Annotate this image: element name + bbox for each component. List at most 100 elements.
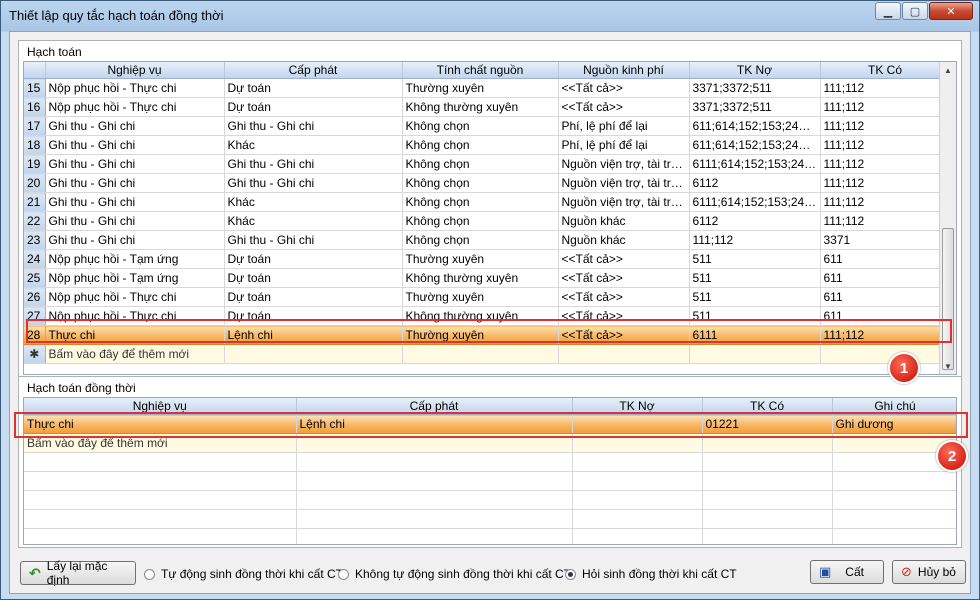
add-new-row[interactable]: ✱ Bấm vào đây để thêm mới xyxy=(24,344,951,364)
cell-tk-no[interactable]: 3371;3372;511 xyxy=(689,97,821,117)
cell-row-number[interactable]: 28 xyxy=(24,325,46,345)
cell-nghiep-vu[interactable]: Thực chi xyxy=(24,414,297,434)
cancel-button[interactable]: ⊘ Hủy bỏ xyxy=(892,560,966,584)
table-row[interactable]: 16 Nộp phục hồi - Thực chi Dự toán Không th… xyxy=(24,97,951,117)
cell-tk-no[interactable]: 6112 xyxy=(689,211,821,231)
cell-nguon-kinh-phi[interactable]: Nguồn viện trợ, tài trợ;... xyxy=(558,154,690,174)
cell-row-number[interactable]: 25 xyxy=(24,268,46,288)
cell-row-number[interactable]: 15 xyxy=(24,78,46,98)
table-row[interactable]: 23 Ghi thu - Ghi chi Ghi thu - Ghi chi Khôn… xyxy=(24,230,951,250)
cell-row-number[interactable]: 21 xyxy=(24,192,46,212)
minimize-button[interactable]: ▁ xyxy=(875,2,901,20)
cell-cap-phat[interactable]: Dự toán xyxy=(224,249,403,269)
cell-cap-phat[interactable]: Dự toán xyxy=(224,97,403,117)
cell-tk-co[interactable]: 01221 xyxy=(702,414,833,434)
cell-tinh-chat-nguon[interactable]: Không chọn xyxy=(402,154,559,174)
cell-nghiep-vu[interactable]: Ghi thu - Ghi chi xyxy=(45,211,225,231)
cell-tk-co[interactable]: 111;112 xyxy=(820,192,951,212)
cell-tinh-chat-nguon[interactable]: Không thường xuyên xyxy=(402,97,559,117)
cell-nghiep-vu[interactable]: Nộp phục hồi - Tạm ứng xyxy=(45,268,225,288)
cell-cap-phat[interactable]: Dự toán xyxy=(224,306,403,326)
cell-row-number[interactable]: 22 xyxy=(24,211,46,231)
save-button[interactable]: ▣ Cất xyxy=(810,560,884,584)
radio-ask-generate[interactable]: Hỏi sinh đồng thời khi cất CT xyxy=(565,567,737,581)
cell-nguon-kinh-phi[interactable]: <<Tất cả>> xyxy=(558,306,690,326)
cell-tk-no[interactable]: 6111 xyxy=(689,325,821,345)
scroll-up-icon[interactable]: ▲ xyxy=(940,62,956,78)
cell-tinh-chat-nguon[interactable]: Thường xuyên xyxy=(402,325,559,345)
cell-tk-no[interactable]: 511 xyxy=(689,249,821,269)
cell-nguon-kinh-phi[interactable]: <<Tất cả>> xyxy=(558,325,690,345)
cell-nguon-kinh-phi[interactable]: <<Tất cả>> xyxy=(558,97,690,117)
cell-cap-phat[interactable]: Khác xyxy=(224,192,403,212)
radio-circle[interactable] xyxy=(144,568,155,580)
radio-circle-selected[interactable] xyxy=(565,568,576,580)
cell-nghiep-vu[interactable]: Nộp phục hồi - Thực chi xyxy=(45,78,225,98)
col-header-tk-no[interactable]: TK Nợ xyxy=(689,62,821,79)
cell-tinh-chat-nguon[interactable]: Không chọn xyxy=(402,211,559,231)
close-button[interactable]: ✕ xyxy=(929,2,973,20)
cell-row-number[interactable]: 27 xyxy=(24,306,46,326)
col-header-tk-co[interactable]: TK Có xyxy=(702,398,833,415)
cell-row-number[interactable]: 20 xyxy=(24,173,46,193)
cell-tk-no[interactable]: 6111;614;152;153;241;... xyxy=(689,154,821,174)
cell-tk-no[interactable]: 511 xyxy=(689,268,821,288)
table-row[interactable]: 24 Nộp phục hồi - Tạm ứng Dự toán Thường xu… xyxy=(24,249,951,269)
cell-row-number[interactable]: 17 xyxy=(24,116,46,136)
cell-nguon-kinh-phi[interactable]: <<Tất cả>> xyxy=(558,268,690,288)
scroll-down-icon[interactable]: ▼ xyxy=(940,358,956,374)
cell-cap-phat[interactable]: Ghi thu - Ghi chi xyxy=(224,154,403,174)
table-row[interactable]: 19 Ghi thu - Ghi chi Ghi thu - Ghi chi Khôn… xyxy=(24,154,951,174)
cell-tinh-chat-nguon[interactable]: Thường xuyên xyxy=(402,287,559,307)
cell-tinh-chat-nguon[interactable]: Không chọn xyxy=(402,192,559,212)
col-header-rownum[interactable] xyxy=(24,62,46,79)
cell-nguon-kinh-phi[interactable]: Nguồn khác xyxy=(558,211,690,231)
cell-tinh-chat-nguon[interactable]: Không chọn xyxy=(402,116,559,136)
selected-table-row[interactable]: 28 Thực chi Lệnh chi Thường xuyên <<Tất cả>>… xyxy=(24,325,951,345)
table-row[interactable]: 15 Nộp phục hồi - Thực chi Dự toán Thường x… xyxy=(24,78,951,98)
cell-cap-phat[interactable]: Dự toán xyxy=(224,287,403,307)
cell-row-number[interactable]: 26 xyxy=(24,287,46,307)
cell-nghiep-vu[interactable]: Thực chi xyxy=(45,325,225,345)
cell-cap-phat[interactable]: Lệnh chi xyxy=(296,414,573,434)
new-row-label[interactable]: Bấm vào đây để thêm mới xyxy=(24,433,297,453)
cell-tk-no[interactable]: 511 xyxy=(689,306,821,326)
cell-nghiep-vu[interactable]: Ghi thu - Ghi chi xyxy=(45,192,225,212)
cell-tk-no[interactable]: 611;614;152;153;241;2... xyxy=(689,135,821,155)
cell-tk-co[interactable]: 111;112 xyxy=(820,173,951,193)
table-row[interactable]: 18 Ghi thu - Ghi chi Khác Không chọn Phí, lệ… xyxy=(24,135,951,155)
cell-nghiep-vu[interactable]: Nộp phục hồi - Thực chi xyxy=(45,287,225,307)
col-header-nghiep-vu[interactable]: Nghiệp vụ xyxy=(24,398,297,415)
col-header-ghi-chu[interactable]: Ghi chú xyxy=(832,398,956,415)
cell-row-number[interactable]: 18 xyxy=(24,135,46,155)
col-header-tk-co[interactable]: TK Có xyxy=(820,62,951,79)
cell-tk-co[interactable]: 611 xyxy=(820,249,951,269)
hachtoan-scrollbar[interactable]: ▲ ▼ xyxy=(939,62,956,374)
cell-cap-phat[interactable]: Khác xyxy=(224,135,403,155)
cell-nguon-kinh-phi[interactable]: Phí, lệ phí để lại xyxy=(558,116,690,136)
cell-tinh-chat-nguon[interactable]: Thường xuyên xyxy=(402,249,559,269)
cell-nghiep-vu[interactable]: Ghi thu - Ghi chi xyxy=(45,230,225,250)
col-header-nghiep-vu[interactable]: Nghiệp vụ xyxy=(45,62,225,79)
new-row-label[interactable]: Bấm vào đây để thêm mới xyxy=(45,344,225,364)
cell-nguon-kinh-phi[interactable]: <<Tất cả>> xyxy=(558,287,690,307)
col-header-cap-phat[interactable]: Cấp phát xyxy=(296,398,573,415)
dongthoi-grid[interactable]: Nghiệp vụ Cấp phát TK Nợ TK Có Ghi chú T… xyxy=(23,397,957,545)
cell-nguon-kinh-phi[interactable]: <<Tất cả>> xyxy=(558,249,690,269)
cell-nguon-kinh-phi[interactable]: <<Tất cả>> xyxy=(558,78,690,98)
cell-tk-co[interactable]: 611 xyxy=(820,287,951,307)
cell-tinh-chat-nguon[interactable]: Không chọn xyxy=(402,173,559,193)
cell-tk-no[interactable]: 6111;614;152;153;241;... xyxy=(689,192,821,212)
dongthoi-new-row[interactable]: Bấm vào đây để thêm mới xyxy=(24,433,956,453)
cell-cap-phat[interactable]: Dự toán xyxy=(224,78,403,98)
cell-ghi-chu[interactable]: Ghi dương xyxy=(832,414,956,434)
cell-tk-co[interactable]: 611 xyxy=(820,306,951,326)
table-row[interactable]: 21 Ghi thu - Ghi chi Khác Không chọn Nguồn v… xyxy=(24,192,951,212)
cell-nghiep-vu[interactable]: Nộp phục hồi - Thực chi xyxy=(45,306,225,326)
cell-tinh-chat-nguon[interactable]: Không chọn xyxy=(402,135,559,155)
title-bar[interactable]: Thiết lập quy tắc hạch toán đồng thời ▁ … xyxy=(1,1,979,31)
cell-tk-no[interactable]: 3371;3372;511 xyxy=(689,78,821,98)
cell-tk-no[interactable]: 611;614;152;153;241;2... xyxy=(689,116,821,136)
cell-row-number[interactable]: 16 xyxy=(24,97,46,117)
cell-row-number[interactable]: 24 xyxy=(24,249,46,269)
